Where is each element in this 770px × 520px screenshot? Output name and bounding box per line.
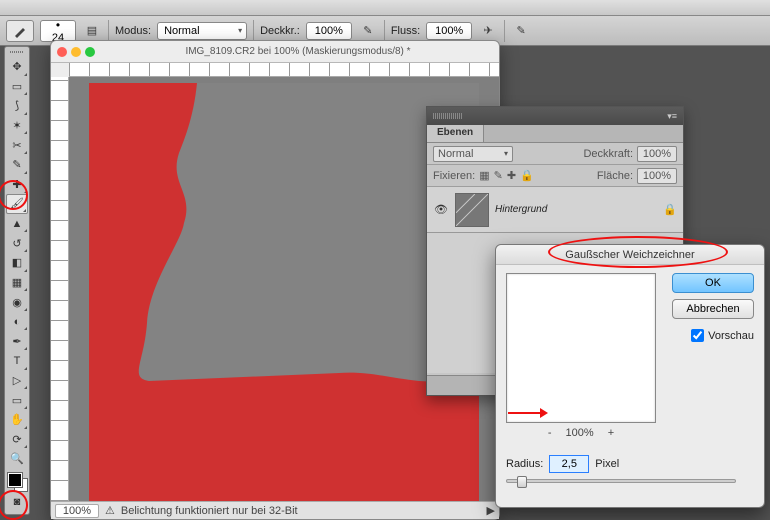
radius-slider[interactable]	[506, 479, 736, 483]
quick-select-tool[interactable]: ✶	[6, 116, 28, 136]
layer-thumbnail[interactable]	[455, 193, 489, 227]
zoom-field[interactable]: 100%	[55, 504, 99, 518]
airbrush-icon[interactable]: ✈	[478, 21, 498, 41]
layer-opacity-input[interactable]: 100%	[637, 146, 677, 162]
preview-zoom-value: 100%	[566, 427, 594, 439]
path-select-tool[interactable]: ▷	[6, 371, 28, 391]
brush-tool[interactable]: 🖌	[6, 194, 28, 214]
brush-panel-toggle-icon[interactable]: ▤	[82, 21, 102, 41]
fg-color[interactable]	[8, 473, 22, 487]
type-tool[interactable]: T	[6, 351, 28, 371]
lock-all-icon[interactable]: 🔒	[520, 169, 534, 182]
gradient-tool[interactable]: ▦	[6, 273, 28, 293]
gaussian-blur-dialog: Gaußscher Weichzeichner OK Abbrechen Vor…	[495, 244, 765, 508]
blend-mode-select[interactable]: Normal▾	[157, 22, 247, 40]
preview-checkbox[interactable]	[691, 329, 704, 342]
pen-tool[interactable]: ✒	[6, 331, 28, 351]
menubar	[0, 0, 770, 16]
filter-preview[interactable]	[506, 273, 656, 423]
cancel-button[interactable]: Abbrechen	[672, 299, 754, 319]
flaeche-label: Fläche:	[597, 170, 633, 182]
quick-mask-overlay	[89, 83, 479, 501]
close-icon[interactable]	[57, 47, 67, 57]
preview-label: Vorschau	[708, 330, 754, 342]
dialog-title: Gaußscher Weichzeichner	[496, 245, 764, 265]
radius-unit: Pixel	[595, 458, 619, 470]
panel-header[interactable]: ▾≡	[427, 107, 683, 125]
deckkr-label: Deckkr.:	[260, 25, 300, 37]
fixieren-label: Fixieren:	[433, 170, 475, 182]
maximize-icon[interactable]	[85, 47, 95, 57]
zoom-tool[interactable]: 🔍	[6, 449, 28, 469]
fluss-label: Fluss:	[391, 25, 420, 37]
ruler-vertical	[51, 77, 69, 501]
document-titlebar[interactable]: IMG_8109.CR2 bei 100% (Maskierungsmodus/…	[51, 41, 499, 63]
flow-input[interactable]: 100%	[426, 22, 472, 40]
radius-label: Radius:	[506, 458, 543, 470]
zoom-in-button[interactable]: +	[608, 427, 614, 439]
deckkraft-label: Deckkraft:	[583, 148, 633, 160]
chevron-right-icon[interactable]: ▶	[487, 504, 495, 517]
minimize-icon[interactable]	[71, 47, 81, 57]
pressure-opacity-icon[interactable]: ✎	[358, 21, 378, 41]
panel-menu-icon[interactable]: ▾≡	[667, 111, 677, 122]
lock-row: Fixieren: ▦ ✎ ✚ 🔒 Fläche: 100%	[427, 165, 683, 187]
brush-preview[interactable]: • 24	[40, 20, 76, 42]
move-tool[interactable]: ✥	[6, 57, 28, 77]
marquee-tool[interactable]: ▭	[6, 77, 28, 97]
canvas[interactable]	[89, 83, 479, 501]
blend-row: Normal▾ Deckkraft: 100%	[427, 143, 683, 165]
shape-tool[interactable]: ▭	[6, 390, 28, 410]
blur-tool[interactable]: ◉	[6, 292, 28, 312]
chevron-down-icon: ▾	[238, 26, 242, 35]
eyedropper-tool[interactable]: ✎	[6, 155, 28, 175]
radius-input[interactable]	[549, 455, 589, 473]
layer-fill-input[interactable]: 100%	[637, 168, 677, 184]
history-brush-tool[interactable]: ↺	[6, 233, 28, 253]
slider-thumb[interactable]	[517, 476, 527, 488]
ruler-horizontal	[69, 63, 499, 77]
pressure-size-icon[interactable]: ✎	[511, 21, 531, 41]
crop-tool[interactable]: ✂	[6, 135, 28, 155]
document-statusbar: 100% ⚠ Belichtung funktioniert nur bei 3…	[51, 501, 499, 519]
opacity-input[interactable]: 100%	[306, 22, 352, 40]
color-swatches[interactable]	[6, 471, 28, 493]
tool-preset-picker[interactable]	[6, 20, 34, 42]
preview-checkbox-row[interactable]: Vorschau	[691, 329, 754, 342]
ok-button[interactable]: OK	[672, 273, 754, 293]
brush-icon	[13, 24, 27, 38]
tab-ebenen[interactable]: Ebenen	[427, 125, 484, 142]
status-text: Belichtung funktioniert nur bei 32-Bit	[121, 505, 298, 517]
zoom-out-button[interactable]: -	[548, 427, 552, 439]
tool-panel: ✥ ▭ ⟆ ✶ ✂ ✎ ✚ 🖌 ▲ ↺ ◧ ▦ ◉ ◐ ✒ T ▷ ▭ ✋ ⟳ …	[4, 46, 30, 515]
lock-image-icon[interactable]: ✎	[494, 169, 503, 182]
lasso-tool[interactable]: ⟆	[6, 96, 28, 116]
modus-label: Modus:	[115, 25, 151, 37]
stamp-tool[interactable]: ▲	[6, 214, 28, 234]
hand-tool[interactable]: ✋	[6, 410, 28, 430]
layer-row[interactable]: 👁 Hintergrund 🔒	[427, 187, 683, 233]
rotate-view-tool[interactable]: ⟳	[6, 430, 28, 450]
status-warning-icon: ⚠	[105, 504, 115, 517]
lock-transparent-icon[interactable]: ▦	[479, 169, 489, 182]
lock-position-icon[interactable]: ✚	[507, 169, 516, 182]
healing-tool[interactable]: ✚	[6, 175, 28, 195]
panel-grip[interactable]	[7, 49, 27, 55]
eraser-tool[interactable]: ◧	[6, 253, 28, 273]
dodge-tool[interactable]: ◐	[6, 312, 28, 332]
lock-icon: 🔒	[663, 203, 677, 216]
quick-mask-toggle[interactable]: ◙	[6, 492, 28, 512]
layer-blend-select[interactable]: Normal▾	[433, 146, 513, 162]
layer-name-label[interactable]: Hintergrund	[495, 204, 657, 215]
visibility-icon[interactable]: 👁	[433, 203, 449, 216]
document-title: IMG_8109.CR2 bei 100% (Maskierungsmodus/…	[103, 46, 493, 57]
